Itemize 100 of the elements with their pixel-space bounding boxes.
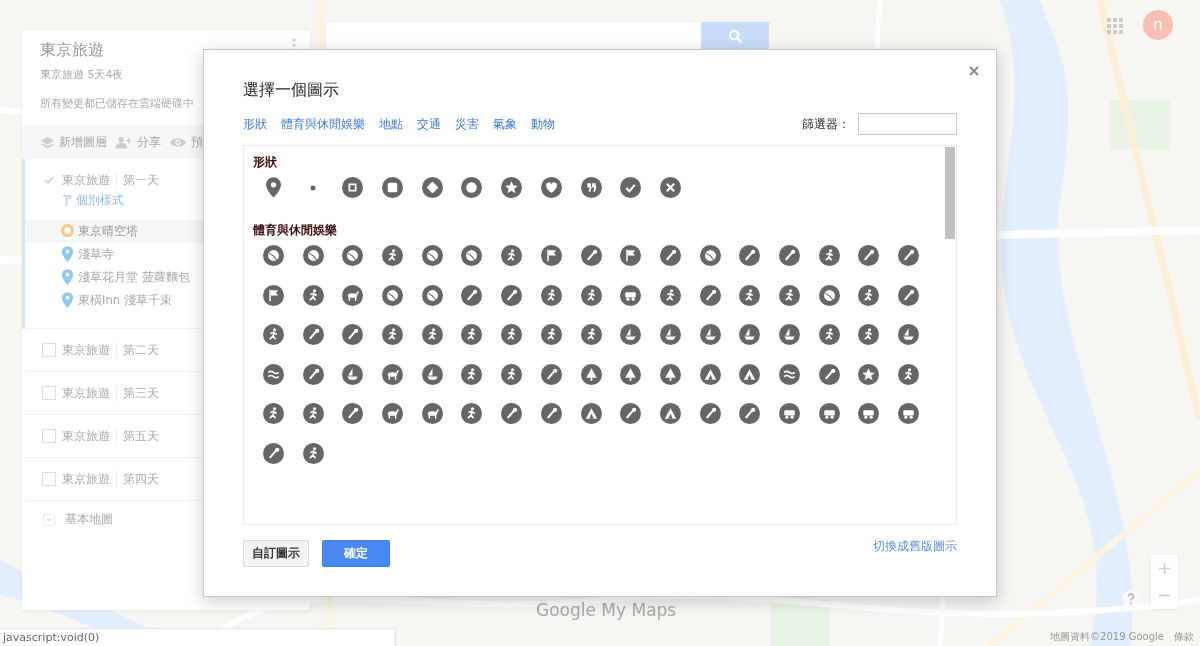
- boat-icon[interactable]: [659, 324, 681, 345]
- ball-icon[interactable]: [382, 284, 404, 306]
- tool-icon[interactable]: [540, 403, 562, 424]
- vehicle-icon[interactable]: [858, 403, 880, 424]
- tool-icon[interactable]: [699, 284, 721, 306]
- vehicle-icon[interactable]: [620, 284, 642, 306]
- tree-icon[interactable]: [659, 363, 681, 385]
- legacy-icons-link[interactable]: 切換成舊版圖示: [873, 538, 957, 555]
- boat-icon[interactable]: [778, 324, 800, 345]
- figure-icon[interactable]: [302, 284, 324, 306]
- layer-checkbox[interactable]: [42, 429, 56, 443]
- figure-icon[interactable]: [858, 324, 880, 345]
- ball-icon[interactable]: [461, 245, 483, 266]
- category-link[interactable]: 體育與休閒娛樂: [281, 116, 365, 132]
- figure-icon[interactable]: [461, 403, 483, 424]
- category-link[interactable]: 交通: [417, 116, 441, 132]
- tool-icon[interactable]: [898, 245, 919, 266]
- category-link[interactable]: 氣象: [493, 116, 517, 132]
- figure-icon[interactable]: [858, 284, 880, 306]
- figure-icon[interactable]: [739, 284, 761, 306]
- figure-icon[interactable]: [421, 324, 443, 345]
- tool-icon[interactable]: [739, 245, 761, 266]
- filter-field[interactable]: [858, 113, 957, 135]
- tool-icon[interactable]: [263, 442, 284, 464]
- tool-icon[interactable]: [501, 284, 523, 306]
- tent-icon[interactable]: [699, 363, 721, 385]
- layer-checkbox[interactable]: [42, 386, 56, 400]
- layer-name[interactable]: 東京旅遊: [62, 171, 110, 189]
- figure-icon[interactable]: [580, 284, 602, 306]
- boat-icon[interactable]: [898, 324, 919, 345]
- layer-name[interactable]: 東京旅遊: [62, 341, 110, 359]
- close-icon[interactable]: [969, 66, 979, 76]
- flag-icon[interactable]: [540, 245, 562, 266]
- vehicle-icon[interactable]: [818, 403, 840, 424]
- figure-icon[interactable]: [461, 363, 483, 385]
- figure-icon[interactable]: [382, 324, 404, 345]
- ball-icon[interactable]: [342, 245, 364, 266]
- figure-icon[interactable]: [501, 324, 523, 345]
- tool-icon[interactable]: [302, 363, 324, 385]
- tool-icon[interactable]: [659, 245, 681, 266]
- figure-icon[interactable]: [818, 245, 840, 266]
- tool-icon[interactable]: [858, 245, 880, 266]
- tool-icon[interactable]: [818, 363, 840, 385]
- confirm-button[interactable]: 確定: [322, 540, 390, 567]
- animal-icon[interactable]: [421, 403, 443, 424]
- tool-icon[interactable]: [501, 403, 523, 424]
- ball-icon[interactable]: [818, 284, 840, 306]
- tent-icon[interactable]: [580, 403, 602, 424]
- tree-icon[interactable]: [580, 363, 602, 385]
- toolbar-button[interactable]: 預: [169, 134, 203, 150]
- layer-day[interactable]: 第五天: [116, 427, 159, 445]
- animal-icon[interactable]: [382, 403, 404, 424]
- figure-icon[interactable]: [580, 324, 602, 345]
- figure-icon[interactable]: [540, 284, 562, 306]
- square-ring-icon[interactable]: [342, 177, 364, 198]
- layer-name[interactable]: 東京旅遊: [62, 384, 110, 402]
- toolbar-button[interactable]: 分享: [115, 134, 161, 150]
- search-field[interactable]: [326, 22, 701, 50]
- tool-icon[interactable]: [778, 245, 800, 266]
- boat-icon[interactable]: [739, 324, 761, 345]
- figure-icon[interactable]: [501, 245, 523, 266]
- pin-icon[interactable]: [266, 177, 281, 198]
- basemap-label[interactable]: 基本地圖: [65, 511, 113, 528]
- figure-icon[interactable]: [302, 403, 324, 424]
- layer-name[interactable]: 東京旅遊: [62, 427, 110, 445]
- animal-icon[interactable]: [342, 284, 364, 306]
- tool-icon[interactable]: [699, 403, 721, 424]
- ball-icon[interactable]: [302, 245, 324, 266]
- tool-icon[interactable]: [739, 403, 761, 424]
- place-item[interactable]: 東橫Inn 淺草千束: [25, 289, 310, 312]
- toolbar-button[interactable]: 新增圖層: [40, 134, 107, 150]
- wave-icon[interactable]: [778, 363, 800, 385]
- boat-icon[interactable]: [620, 324, 642, 345]
- check-icon[interactable]: [620, 177, 642, 198]
- tool-icon[interactable]: [461, 284, 483, 306]
- tent-icon[interactable]: [659, 403, 681, 424]
- tent-icon[interactable]: [739, 363, 761, 385]
- figure-icon[interactable]: [818, 324, 840, 345]
- flag-icon[interactable]: [620, 245, 642, 266]
- flag-icon[interactable]: [263, 284, 284, 306]
- tree-icon[interactable]: [620, 363, 642, 385]
- figure-icon[interactable]: [382, 245, 404, 266]
- tool-icon[interactable]: [898, 284, 919, 306]
- tool-icon[interactable]: [342, 403, 364, 424]
- ball-icon[interactable]: [699, 245, 721, 266]
- terms-link[interactable]: 條款: [1174, 630, 1194, 644]
- ball-icon[interactable]: [421, 245, 443, 266]
- figure-icon[interactable]: [898, 363, 919, 385]
- place-item[interactable]: 淺草寺: [25, 243, 310, 266]
- custom-icon-button[interactable]: 自訂圖示: [243, 540, 309, 567]
- boat-icon[interactable]: [342, 363, 364, 385]
- layer-checkbox[interactable]: [42, 472, 56, 486]
- tool-icon[interactable]: [580, 245, 602, 266]
- category-link[interactable]: 災害: [455, 116, 479, 132]
- boat-icon[interactable]: [699, 324, 721, 345]
- ball-icon[interactable]: [263, 245, 284, 266]
- category-link[interactable]: 形狀: [243, 116, 267, 132]
- boat-icon[interactable]: [421, 363, 443, 385]
- style-link[interactable]: 個別樣式: [62, 193, 124, 208]
- category-link[interactable]: 地點: [379, 116, 403, 132]
